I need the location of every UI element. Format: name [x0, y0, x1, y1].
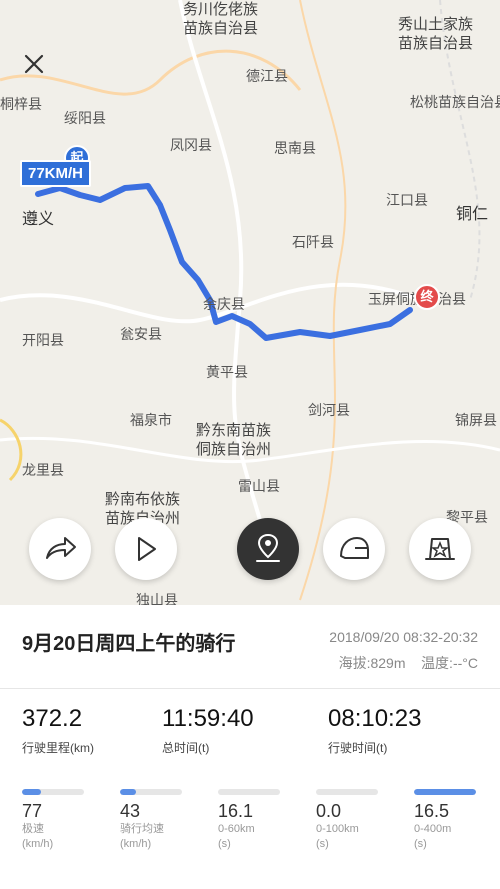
stat-value: 11:59:40: [162, 705, 254, 732]
metric-label: 0-100km: [316, 823, 359, 835]
map-label: 黔东南苗族 侗族自治州: [196, 422, 272, 458]
map-label: 铜仁: [456, 206, 489, 223]
map-label: 黄平县: [206, 364, 248, 380]
speed-tag: 77KM/H: [20, 160, 92, 187]
ride-title: 9月20日周四上午的骑行: [22, 633, 236, 655]
metric-value: 43: [120, 801, 141, 821]
badge-button[interactable]: [409, 518, 471, 580]
stat-distance: 372.2 行驶里程(km): [22, 705, 94, 756]
stat-label: 总时间(t): [162, 741, 210, 755]
divider: [0, 688, 500, 689]
badge-icon: [425, 538, 455, 560]
map-label: 剑河县: [308, 402, 350, 418]
stat-ride-time: 08:10:23 行驶时间(t): [328, 705, 421, 756]
metric-bar: [120, 789, 182, 795]
stat-total-time: 11:59:40 总时间(t): [162, 705, 254, 756]
helmet-button[interactable]: [323, 518, 385, 580]
play-icon: [138, 537, 156, 561]
metric-bar: [414, 789, 476, 795]
metric-label: 骑行均速: [120, 823, 164, 835]
metric-label: 0-400m: [414, 823, 452, 835]
metric-value: 16.5: [414, 801, 450, 821]
temperature-text: 温度:--°C: [421, 655, 478, 671]
location-pin-icon: [256, 533, 280, 562]
map-label: 龙里县: [22, 462, 64, 478]
metric-bar-fill: [414, 789, 476, 795]
metric-bar: [218, 789, 280, 795]
map-label: 德江县: [246, 68, 288, 84]
metric-value: 16.1: [218, 801, 254, 821]
stat-label: 行驶里程(km): [22, 741, 94, 755]
map-label: 松桃苗族自治县: [410, 94, 500, 110]
share-button[interactable]: [29, 518, 91, 580]
map-label: 秀山土家族 苗族自治县: [398, 16, 474, 52]
ride-datetime: 2018/09/20 08:32-20:32: [329, 629, 478, 645]
ride-summary-panel: 9月20日周四上午的骑行 2018/09/20 08:32-20:32 海拔:8…: [0, 605, 500, 889]
stat-value: 08:10:23: [328, 705, 422, 732]
map-label: 遵义: [22, 211, 55, 228]
metric-value: 77: [22, 801, 43, 821]
helmet-icon: [340, 537, 369, 559]
metric-0-100: 0.0 0-100km (s): [316, 789, 386, 852]
metric-unit: (km/h): [22, 838, 54, 850]
metric-bar: [316, 789, 378, 795]
share-icon: [46, 537, 76, 559]
action-bar: [0, 518, 500, 582]
map-label: 瓮安县: [120, 326, 162, 342]
metric-value: 0.0: [316, 801, 342, 821]
metric-bar-fill: [120, 789, 136, 795]
close-button[interactable]: [20, 50, 48, 78]
metric-unit: (s): [218, 838, 231, 850]
metric-max-speed: 77 极速 (km/h): [22, 789, 92, 852]
stat-value: 372.2: [22, 705, 83, 732]
map-label: 雷山县: [238, 478, 280, 494]
play-button[interactable]: [115, 518, 177, 580]
map-label: 石阡县: [292, 234, 334, 250]
metric-avg-speed: 43 骑行均速 (km/h): [120, 789, 190, 852]
map-label: 独山县: [136, 592, 178, 605]
ride-meta: 海拔:829m 温度:--°C: [339, 653, 478, 673]
map-label: 务川仡佬族 苗族自治县: [183, 1, 259, 37]
map-label: 凤冈县: [170, 137, 212, 153]
end-marker: 终: [414, 284, 440, 310]
metric-unit: (s): [414, 838, 427, 850]
map-label: 思南县: [274, 140, 316, 156]
metric-label: 0-60km: [218, 823, 255, 835]
stat-label: 行驶时间(t): [328, 741, 388, 755]
map-label: 绥阳县: [64, 110, 106, 126]
metric-unit: (km/h): [120, 838, 152, 850]
metric-bar: [22, 789, 84, 795]
altitude-text: 海拔:829m: [338, 655, 406, 671]
route-view-button[interactable]: [237, 518, 299, 580]
map-label: 锦屏县: [455, 412, 497, 428]
map-label: 福泉市: [130, 412, 172, 428]
metric-unit: (s): [316, 838, 329, 850]
metric-label: 极速: [22, 823, 44, 835]
close-icon: [24, 54, 44, 74]
map-label: 江口县: [386, 192, 428, 208]
map-label: 余庆县: [203, 296, 245, 312]
metric-0-400m: 16.5 0-400m (s): [414, 789, 484, 852]
metric-0-60: 16.1 0-60km (s): [218, 789, 288, 852]
map-label: 开阳县: [22, 332, 64, 348]
route-map[interactable]: 务川仡佬族 苗族自治县 秀山土家族 苗族自治县 德江县 桐梓县 绥阳县 凤冈县 思南…: [0, 0, 500, 605]
metric-bar-fill: [22, 789, 41, 795]
map-label: 桐梓县: [0, 96, 42, 112]
